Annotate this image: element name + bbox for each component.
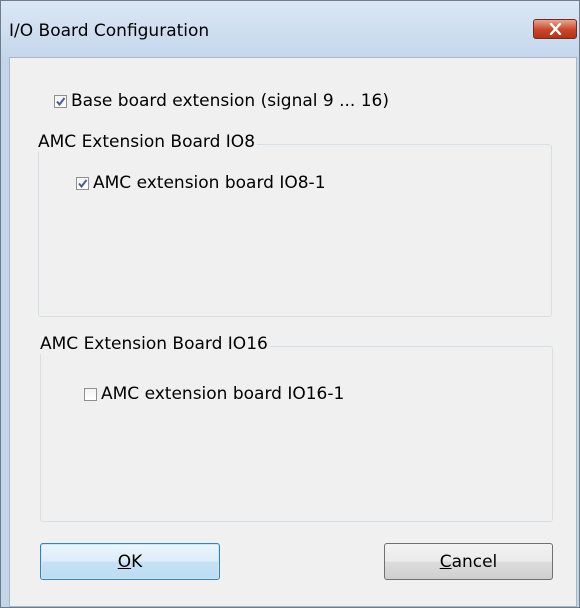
checkmark-icon [56,96,66,106]
base-board-extension-checkbox[interactable]: Base board extension (signal 9 ... 16) [54,91,389,111]
cancel-mnemonic: C [439,551,452,572]
checkbox-box[interactable] [84,387,97,401]
group-amc-io8 [38,144,552,317]
checkmark-icon [78,178,88,188]
close-icon [549,23,562,35]
dialog-window: I/O Board Configuration Base board exten… [0,0,580,608]
title-bar[interactable]: I/O Board Configuration [1,1,579,57]
close-button[interactable] [533,19,577,39]
group-amc-io16-caption: AMC Extension Board IO16 [38,334,270,354]
cancel-button[interactable]: Cancel [384,543,553,580]
base-board-extension-label: Base board extension (signal 9 ... 16) [71,91,389,111]
window-title: I/O Board Configuration [9,21,210,41]
checkbox-box[interactable] [54,94,67,108]
ok-button[interactable]: OK [40,543,220,580]
checkbox-box[interactable] [76,176,89,190]
group-amc-io8-caption: AMC Extension Board IO8 [36,132,258,152]
dialog-body: Base board extension (signal 9 ... 16) A… [9,57,577,607]
cancel-label-rest: ancel [451,551,498,572]
group-amc-io16 [40,346,553,522]
amc-io16-1-label: AMC extension board IO16-1 [101,384,345,404]
amc-io8-1-checkbox[interactable]: AMC extension board IO8-1 [76,173,326,193]
amc-io16-1-checkbox[interactable]: AMC extension board IO16-1 [84,384,344,404]
ok-mnemonic: O [117,551,132,572]
amc-io8-1-label: AMC extension board IO8-1 [93,173,326,193]
ok-label-rest: K [131,551,143,572]
